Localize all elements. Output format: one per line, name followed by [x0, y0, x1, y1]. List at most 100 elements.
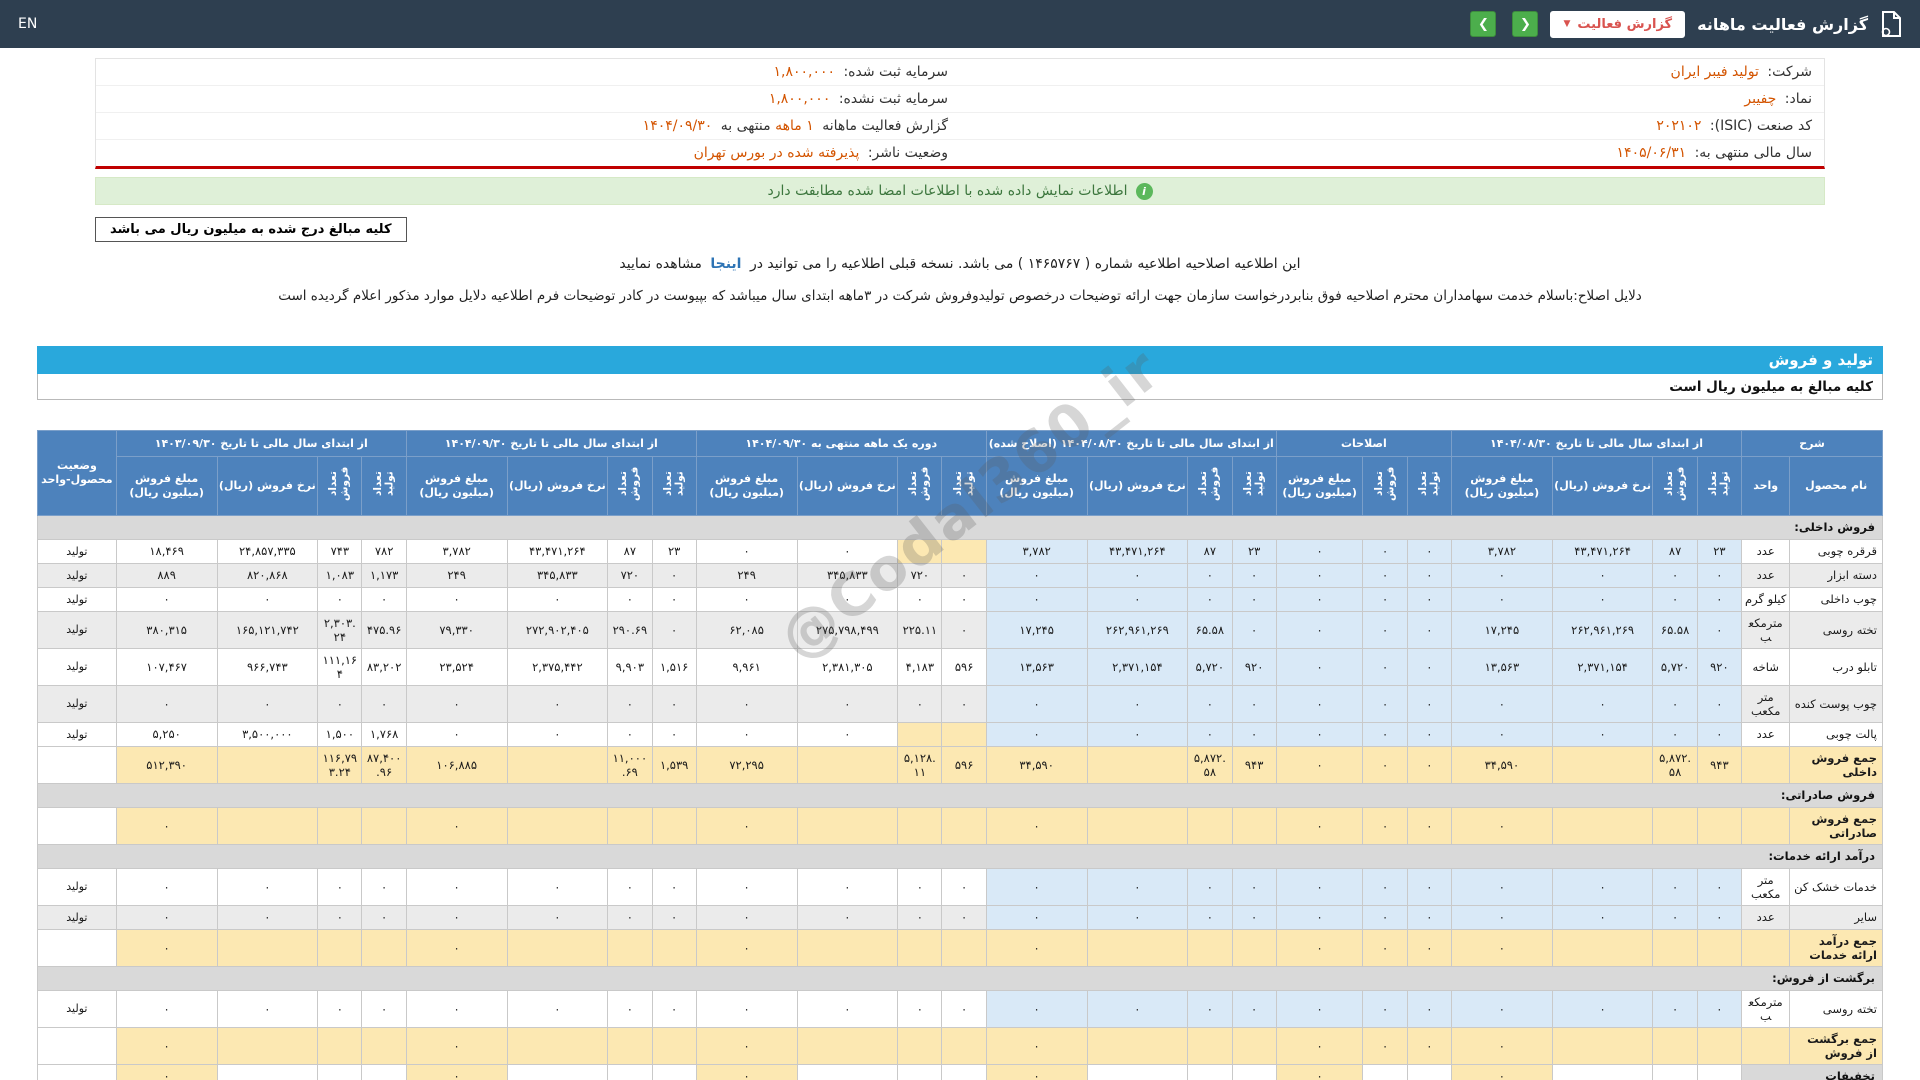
value-cell: ۰: [1086, 586, 1189, 612]
product-name-cell: چوب پوست کنده: [1789, 684, 1883, 723]
product-name-cell: تخته روسی: [1789, 610, 1883, 649]
value-cell: ۰: [1362, 806, 1408, 845]
value-cell: ۱۷,۲۴۵: [1451, 610, 1553, 649]
value-cell: [651, 1063, 697, 1080]
value-cell: ۰: [1275, 647, 1364, 686]
unit-cell: [1741, 806, 1791, 845]
value-cell: ۰: [1275, 989, 1364, 1028]
sub-column-header: نرخ فروش (ریال): [1086, 456, 1189, 516]
value-cell: ۰: [506, 867, 609, 906]
value-cell: ۰: [1652, 562, 1698, 588]
sub-column-header: مبلغ فروش (میلیون ریال): [695, 456, 798, 516]
value-cell: ۰: [115, 684, 218, 723]
value-cell: ۰: [115, 1063, 218, 1080]
info-label: شرکت:: [1767, 64, 1812, 80]
unit-cell: عدد: [1741, 904, 1791, 930]
value-cell: ۰: [1551, 989, 1654, 1028]
value-cell: ۰: [1362, 904, 1408, 930]
sub-column-header: تعداد فروش: [1187, 456, 1233, 516]
value-cell: ۰: [796, 904, 899, 930]
value-cell: ۰: [897, 904, 943, 930]
ticker-value: چفیبر: [1744, 91, 1777, 107]
topbar-right-group: گزارش فعالیت ماهانه گزارش فعالیت ▼ ❮ ❯: [1470, 10, 1902, 38]
value-cell: ۰: [985, 928, 1088, 967]
value-cell: ۰: [1187, 867, 1233, 906]
value-cell: ۲,۳۷۱,۱۵۴: [1551, 647, 1654, 686]
value-cell: ۰: [1275, 745, 1364, 784]
value-cell: ۰: [1406, 928, 1453, 967]
value-cell: ۵,۷۲۰: [1187, 647, 1233, 686]
value-cell: ۰: [1652, 721, 1698, 747]
next-report-button[interactable]: ❯: [1470, 11, 1497, 37]
value-cell: ۰: [695, 928, 798, 967]
sub-column-header: تعداد تولید: [1406, 456, 1453, 516]
value-cell: ۰: [985, 904, 1088, 930]
unit-cell: [1741, 745, 1791, 784]
fiscal-year-cell: سال مالی منتهی به: ۱۴۰۵/۰۶/۳۱: [960, 140, 1824, 166]
product-row: دسته ابزار عدد ۰ ۰ ۰ ۰ ۰ ۰ ۰ ۰ ۰ ۰ ۰ ۰ ۷۲۰ ۳۴۵,۸۳۳ ۲۴۹ ۰ ۷…: [37, 562, 1883, 588]
value-cell: ۰: [1551, 867, 1654, 906]
section-row: فروش صادراتی:: [37, 782, 1883, 808]
unit-cell: [1741, 1026, 1791, 1065]
value-cell: [317, 1063, 363, 1080]
status-cell: تولید: [37, 586, 117, 612]
prev-report-button[interactable]: ❮: [1512, 11, 1539, 37]
value-cell: [897, 1026, 943, 1065]
sub-column-header: تعداد تولید: [651, 456, 697, 516]
value-cell: ۰: [1275, 562, 1364, 588]
value-cell: [607, 1063, 653, 1080]
value-cell: ۰: [115, 989, 218, 1028]
value-cell: [897, 1063, 943, 1080]
page-title: گزارش فعالیت ماهانه: [1697, 14, 1868, 34]
value-cell: ۰: [1551, 721, 1654, 747]
unit-cell: عدد: [1741, 538, 1791, 564]
report-period-cell: گزارش فعالیت ماهانه ۱ ماهه منتهی به ۱۴۰۴…: [96, 113, 960, 139]
sub-column-header: نرخ فروش (ریال): [216, 456, 319, 516]
value-cell: ۰: [1451, 684, 1553, 723]
value-cell: ۹۶۶,۷۴۳: [216, 647, 319, 686]
value-cell: ۹۴۳: [1231, 745, 1277, 784]
value-cell: [941, 806, 987, 845]
value-cell: ۰: [1362, 586, 1408, 612]
value-cell: ۰: [1275, 586, 1364, 612]
company-name-value: تولید فیبر ایران: [1670, 64, 1759, 80]
value-cell: ۰: [1696, 904, 1743, 930]
value-cell: [897, 721, 943, 747]
value-cell: ۰: [1406, 721, 1453, 747]
report-type-dropdown[interactable]: گزارش فعالیت ▼: [1550, 10, 1686, 38]
value-cell: ۰: [695, 904, 798, 930]
value-cell: ۰: [1406, 586, 1453, 612]
value-cell: [1086, 1063, 1189, 1080]
value-cell: ۰: [796, 684, 899, 723]
previous-version-link[interactable]: اینجا: [710, 256, 741, 272]
report-period-value: ۱ ماهه: [775, 118, 814, 134]
production-sales-table-body: فروش داخلی: قرقره چوبی عدد ۲۳ ۸۷ ۴۳,۴۷۱,۲۶۴ ۳,…: [37, 514, 1883, 1080]
info-label: نماد:: [1784, 91, 1812, 107]
value-cell: ۰: [1275, 806, 1364, 845]
value-cell: ۰: [1406, 904, 1453, 930]
unit-cell: شاخه: [1741, 647, 1791, 686]
isic-code-cell: کد صنعت (ISIC): ۲۰۲۱۰۲: [960, 113, 1824, 139]
value-cell: [1551, 928, 1654, 967]
value-cell: ۲,۳۸۱,۳۰۵: [796, 647, 899, 686]
value-cell: ۸۷: [1652, 538, 1698, 564]
value-cell: ۲,۳۰۳.۲۴: [317, 610, 363, 649]
sub-column-header: تعداد تولید: [1231, 456, 1277, 516]
value-cell: ۰: [607, 721, 653, 747]
sub-column-header: نرخ فروش (ریال): [1551, 456, 1654, 516]
value-cell: ۲۷۵,۷۹۸,۴۹۹: [796, 610, 899, 649]
value-cell: ۰: [651, 904, 697, 930]
language-toggle[interactable]: EN: [18, 16, 37, 32]
product-name-cell: تخته روسی: [1789, 989, 1883, 1028]
value-cell: ۰: [1696, 684, 1743, 723]
value-cell: ۰: [1406, 562, 1453, 588]
section-label: درآمد ارائه خدمات:: [37, 843, 1883, 869]
value-cell: ۲۳,۵۲۴: [405, 647, 508, 686]
value-cell: [1086, 806, 1189, 845]
chevron-left-icon: ❯: [1478, 16, 1489, 32]
value-cell: ۰: [216, 867, 319, 906]
info-label: کد صنعت (ISIC):: [1709, 118, 1812, 134]
value-cell: ۰: [695, 1063, 798, 1080]
value-cell: [1231, 806, 1277, 845]
value-cell: ۲۴,۸۵۷,۳۳۵: [216, 538, 319, 564]
